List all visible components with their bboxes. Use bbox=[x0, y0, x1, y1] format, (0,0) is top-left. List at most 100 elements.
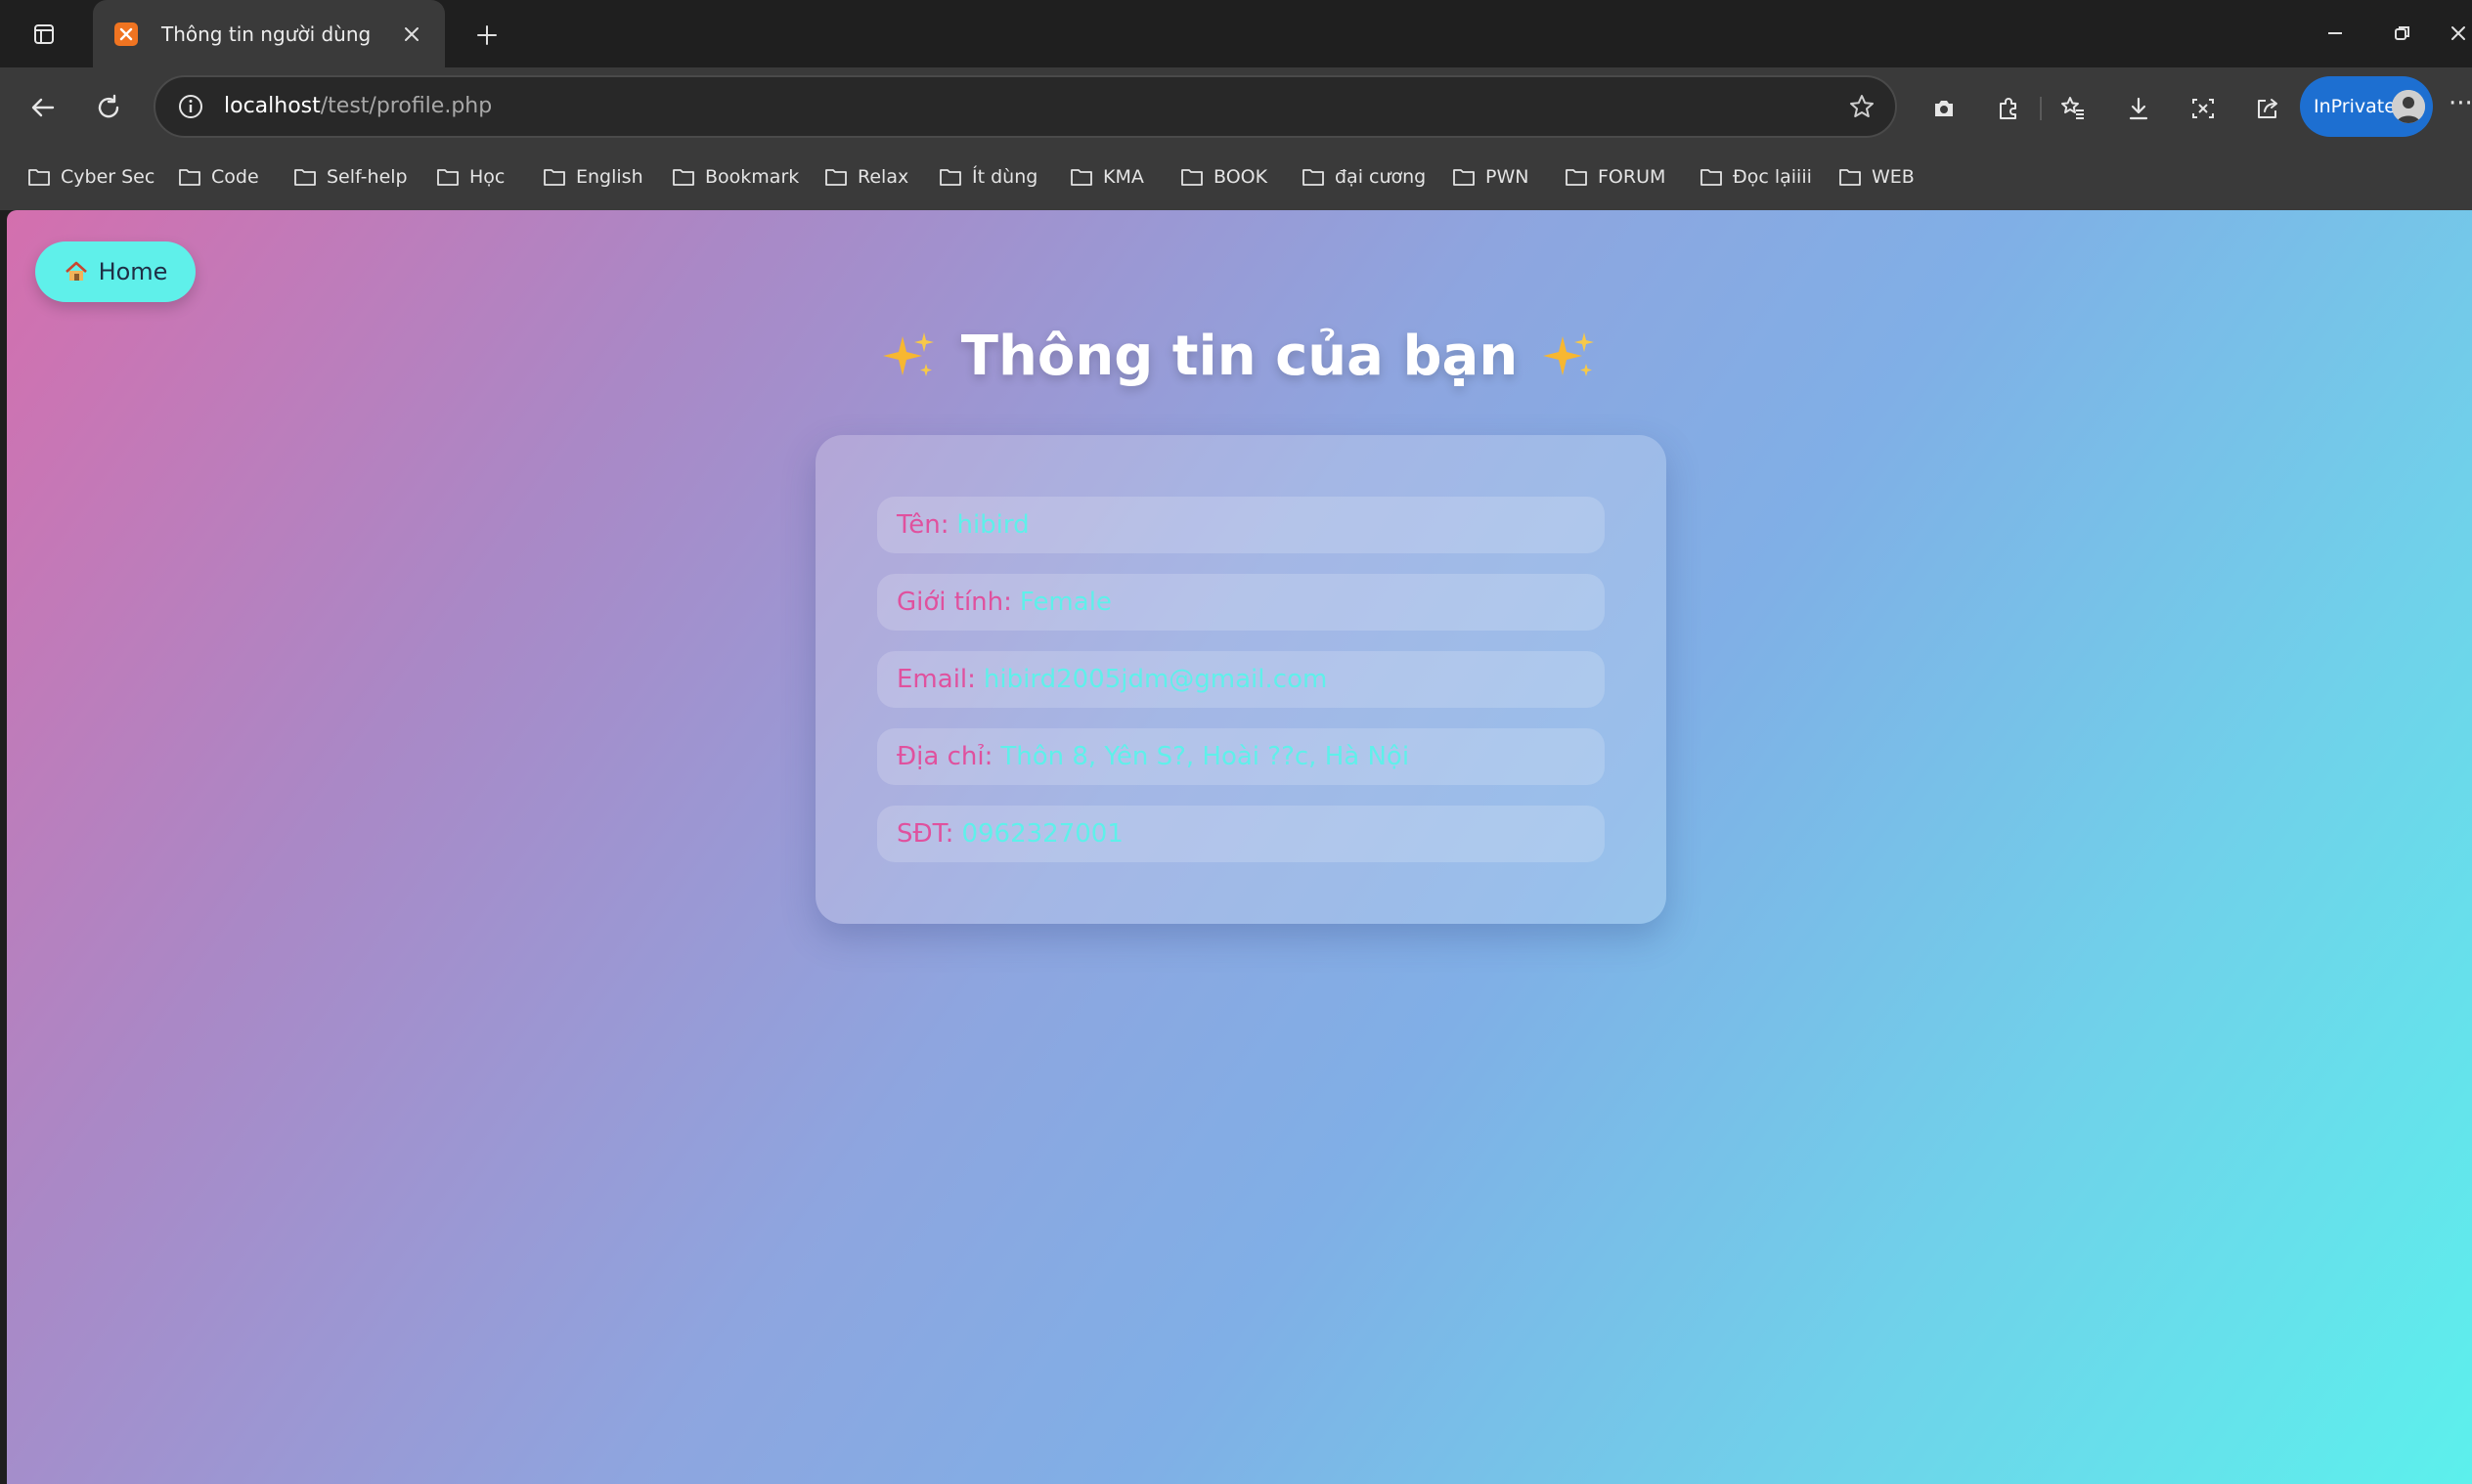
folder-icon bbox=[1700, 166, 1733, 188]
site-info-icon[interactable] bbox=[177, 93, 204, 120]
bookmark-item[interactable]: Cyber Sec bbox=[27, 157, 154, 196]
minimize-icon[interactable] bbox=[2316, 16, 2355, 51]
profile-field-name: Tên: hibird bbox=[877, 497, 1605, 553]
field-value: 0962327001 bbox=[961, 819, 1124, 849]
profile-field-phone: SĐT: 0962327001 bbox=[877, 806, 1605, 862]
page-title-text: Thông tin của bạn bbox=[960, 325, 1519, 388]
bookmark-item[interactable]: BOOK bbox=[1180, 157, 1267, 196]
new-tab-icon[interactable] bbox=[467, 16, 507, 55]
url-path: /test/profile.php bbox=[320, 94, 493, 118]
share-icon[interactable] bbox=[2248, 89, 2287, 128]
close-tab-icon[interactable] bbox=[396, 19, 427, 50]
bookmark-item[interactable]: Relax bbox=[824, 157, 908, 196]
bookmark-item[interactable]: đại cương bbox=[1302, 157, 1426, 196]
folder-icon bbox=[436, 166, 469, 188]
folder-icon bbox=[1180, 166, 1214, 188]
folder-icon bbox=[1838, 166, 1872, 188]
bookmark-label: Học bbox=[469, 166, 506, 188]
folder-icon bbox=[543, 166, 576, 188]
folder-icon bbox=[293, 166, 327, 188]
house-icon bbox=[64, 259, 89, 284]
toolbar-separator bbox=[2040, 97, 2042, 120]
bookmark-label: đại cương bbox=[1335, 166, 1427, 188]
favorites-icon[interactable] bbox=[2053, 89, 2093, 128]
tab-strip: Thông tin người dùng bbox=[0, 0, 2472, 67]
page-viewport: Home Thông tin của bạn Tên: hibird Giới … bbox=[7, 210, 2472, 1484]
profile-card: Tên: hibird Giới tính: Female Email: hib… bbox=[816, 435, 1666, 924]
avatar bbox=[2392, 90, 2425, 123]
folder-icon bbox=[1070, 166, 1103, 188]
bookmark-item[interactable]: KMA bbox=[1070, 157, 1144, 196]
favorite-star-icon[interactable] bbox=[1846, 91, 1877, 122]
browser-toolbar: localhost/test/profile.php InPrivate ··· bbox=[0, 67, 2472, 146]
bookmark-label: English bbox=[576, 166, 643, 188]
xampp-icon bbox=[114, 22, 138, 46]
tab-title: Thông tin người dùng bbox=[161, 22, 372, 46]
url-host: localhost bbox=[224, 94, 321, 118]
bookmark-item[interactable]: PWN bbox=[1452, 157, 1528, 196]
refresh-icon[interactable] bbox=[86, 85, 131, 130]
bookmark-label: BOOK bbox=[1214, 166, 1268, 188]
profile-field-email: Email: hibird2005jdm@gmail.com bbox=[877, 651, 1605, 708]
field-label: SĐT: bbox=[897, 819, 954, 849]
folder-icon bbox=[178, 166, 211, 188]
page-title: Thông tin của bạn bbox=[7, 325, 2472, 388]
bookmark-label: WEB bbox=[1872, 166, 1915, 188]
bookmark-label: Cyber Sec bbox=[61, 166, 155, 188]
field-value: Thôn 8, Yên S?, Hoài ??c, Hà Nội bbox=[1000, 742, 1410, 771]
folder-icon bbox=[27, 166, 61, 188]
inprivate-profile-button[interactable]: InPrivate bbox=[2300, 76, 2433, 137]
field-label: Giới tính: bbox=[897, 588, 1012, 617]
bookmark-label: Code bbox=[211, 166, 259, 188]
field-label: Tên: bbox=[897, 510, 949, 540]
field-label: Email: bbox=[897, 665, 976, 694]
folder-icon bbox=[939, 166, 972, 188]
folder-icon bbox=[1452, 166, 1485, 188]
close-window-icon[interactable] bbox=[2445, 16, 2472, 51]
screenshot-camera-icon[interactable] bbox=[1924, 89, 1964, 128]
bookmark-item[interactable]: WEB bbox=[1838, 157, 1915, 196]
bookmark-label: PWN bbox=[1485, 166, 1529, 188]
address-bar[interactable]: localhost/test/profile.php bbox=[154, 75, 1897, 138]
profile-field-address: Địa chỉ: Thôn 8, Yên S?, Hoài ??c, Hà Nộ… bbox=[877, 728, 1605, 785]
sparkles-icon bbox=[881, 328, 938, 385]
folder-icon bbox=[1302, 166, 1335, 188]
bookmark-item[interactable]: Code bbox=[178, 157, 259, 196]
home-label: Home bbox=[98, 258, 168, 285]
bookmark-item[interactable]: English bbox=[543, 157, 643, 196]
web-capture-icon[interactable] bbox=[2184, 89, 2223, 128]
bookmark-label: Bookmark bbox=[705, 166, 800, 188]
bookmark-item[interactable]: FORUM bbox=[1565, 157, 1665, 196]
downloads-icon[interactable] bbox=[2119, 89, 2158, 128]
field-value: hibird bbox=[956, 510, 1030, 540]
inprivate-label: InPrivate bbox=[2314, 96, 2396, 117]
tab-actions-icon[interactable] bbox=[20, 14, 68, 55]
restore-icon[interactable] bbox=[2383, 16, 2422, 51]
bookmark-item[interactable]: Học bbox=[436, 157, 505, 196]
bookmark-item[interactable]: Bookmark bbox=[672, 157, 799, 196]
bookmark-item[interactable]: Self-help bbox=[293, 157, 408, 196]
bookmark-label: FORUM bbox=[1598, 166, 1666, 188]
folder-icon bbox=[672, 166, 705, 188]
bookmark-item[interactable]: Đọc lạiiii bbox=[1700, 157, 1812, 196]
bookmark-label: Relax bbox=[858, 166, 909, 188]
bookmark-item[interactable]: Ít dùng bbox=[939, 157, 1037, 196]
back-icon[interactable] bbox=[21, 85, 66, 130]
bookmark-label: KMA bbox=[1103, 166, 1144, 188]
folder-icon bbox=[1565, 166, 1598, 188]
bookmark-label: Ít dùng bbox=[972, 166, 1038, 188]
url-text[interactable]: localhost/test/profile.php bbox=[224, 77, 492, 136]
field-label: Địa chỉ: bbox=[897, 742, 993, 771]
extensions-icon[interactable] bbox=[1989, 89, 2028, 128]
bookmark-label: Self-help bbox=[327, 166, 408, 188]
field-value: Female bbox=[1019, 588, 1112, 617]
profile-field-gender: Giới tính: Female bbox=[877, 574, 1605, 631]
bookmark-label: Đọc lạiiii bbox=[1733, 166, 1812, 188]
more-options-icon[interactable]: ··· bbox=[2449, 89, 2472, 128]
folder-icon bbox=[824, 166, 858, 188]
active-tab[interactable]: Thông tin người dùng bbox=[93, 0, 445, 67]
sparkles-icon bbox=[1541, 328, 1598, 385]
field-value: hibird2005jdm@gmail.com bbox=[983, 665, 1328, 694]
home-button[interactable]: Home bbox=[35, 241, 196, 302]
bookmarks-bar: Cyber Sec Code Self-help Học English Bookmark… bbox=[0, 146, 2472, 210]
